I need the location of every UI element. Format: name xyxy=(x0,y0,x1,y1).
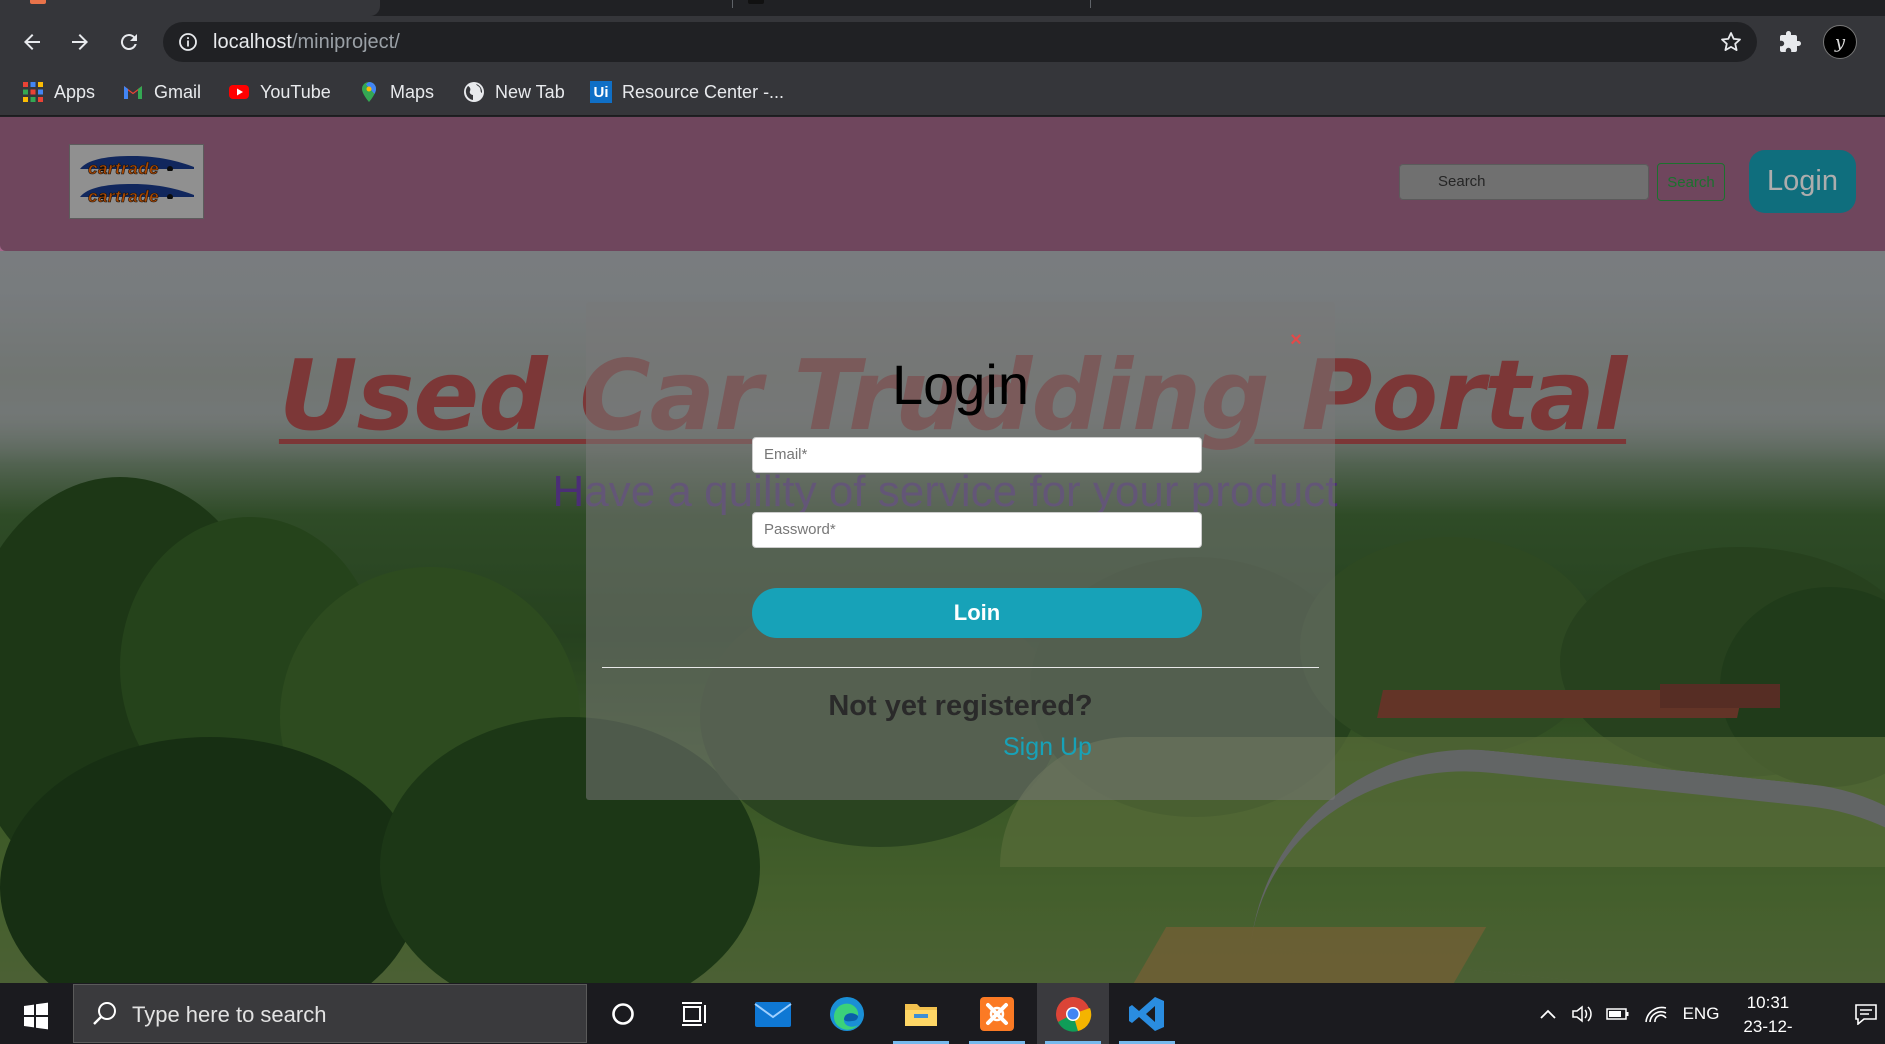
tab-separator xyxy=(732,0,733,8)
login-modal: × Login Email* Password* Loin Not yet re… xyxy=(586,302,1335,800)
password-field[interactable]: Password* xyxy=(752,512,1202,548)
globe-icon xyxy=(463,81,485,103)
cortana-icon[interactable] xyxy=(587,983,659,1044)
xampp-icon[interactable] xyxy=(961,983,1033,1044)
profile-avatar[interactable]: y xyxy=(1823,25,1857,59)
extensions-puzzle-icon[interactable] xyxy=(1774,26,1806,58)
tab-strip xyxy=(0,0,1885,16)
login-submit-button[interactable]: Loin xyxy=(752,588,1202,638)
bookmark-new-tab[interactable]: New Tab xyxy=(463,79,565,105)
reload-icon[interactable] xyxy=(113,26,145,58)
edge-browser-icon[interactable] xyxy=(811,983,883,1044)
bookmark-star-icon[interactable] xyxy=(1719,30,1743,54)
gmail-icon xyxy=(122,81,144,103)
url-host: localhost xyxy=(213,31,292,53)
volume-icon[interactable] xyxy=(1567,983,1597,1044)
windows-taskbar: Type here to search ENG 10:31 23-12- xyxy=(0,983,1885,1044)
bookmark-apps[interactable]: Apps xyxy=(22,79,95,105)
forward-arrow-icon[interactable] xyxy=(64,26,96,58)
youtube-icon xyxy=(228,81,250,103)
battery-icon[interactable] xyxy=(1603,983,1633,1044)
windows-start-icon[interactable] xyxy=(14,998,58,1034)
notifications-icon[interactable] xyxy=(1850,983,1882,1044)
bookmark-maps[interactable]: Maps xyxy=(358,79,434,105)
xampp-favicon-icon xyxy=(30,0,46,4)
header-overlay xyxy=(0,117,1885,251)
active-tab[interactable] xyxy=(0,0,380,16)
mail-app-icon[interactable] xyxy=(737,983,809,1044)
not-registered-text: Not yet registered? xyxy=(828,690,1093,722)
tray-chevron-up-icon[interactable] xyxy=(1533,983,1563,1044)
vscode-icon[interactable] xyxy=(1111,983,1183,1044)
bookmark-label: Gmail xyxy=(154,81,202,102)
signup-link[interactable]: Sign Up xyxy=(1003,733,1092,762)
page-viewport: cartrade cartrade Search Search Login Us… xyxy=(0,117,1885,983)
clock-date: 23-12-2020 xyxy=(1743,1017,1793,1044)
file-explorer-icon[interactable] xyxy=(885,983,957,1044)
modal-title: Login xyxy=(891,353,1030,416)
url-path: /miniproject/ xyxy=(291,31,400,53)
address-bar[interactable]: localhost/miniproject/ xyxy=(163,22,1757,62)
tab-favicon-icon[interactable] xyxy=(748,0,764,4)
bookmark-youtube[interactable]: YouTube xyxy=(228,79,331,105)
close-icon[interactable]: × xyxy=(1286,330,1306,350)
site-info-icon[interactable] xyxy=(178,32,198,52)
ui-icon: Ui xyxy=(590,81,612,103)
taskbar-search-box[interactable]: Type here to search xyxy=(73,984,587,1043)
bookmark-gmail[interactable]: Gmail xyxy=(122,79,201,105)
tab-separator xyxy=(1090,0,1091,8)
language-indicator[interactable]: ENG xyxy=(1680,983,1722,1044)
task-view-icon[interactable] xyxy=(659,983,731,1044)
clock-time: 10:31 xyxy=(1746,993,1790,1012)
taskbar-search-placeholder: Type here to search xyxy=(132,1002,327,1027)
taskbar-clock[interactable]: 10:31 23-12-2020 xyxy=(1728,991,1808,1044)
bookmark-label: YouTube xyxy=(260,81,331,102)
bookmarks-bar: Apps Gmail YouTube Maps New Tab Ui Resou… xyxy=(0,70,1885,116)
bookmark-resource-center[interactable]: Ui Resource Center -... xyxy=(590,79,784,105)
bookmark-label: Maps xyxy=(390,81,435,102)
bookmark-label: New Tab xyxy=(495,81,565,102)
url-text: localhost/miniproject/ xyxy=(213,31,400,54)
bookmark-label: Apps xyxy=(54,81,96,102)
bookmark-label: Resource Center -... xyxy=(622,81,785,102)
apps-grid-icon xyxy=(22,81,44,103)
email-field[interactable]: Email* xyxy=(752,437,1202,473)
divider xyxy=(602,667,1319,668)
wifi-icon[interactable] xyxy=(1641,983,1671,1044)
chrome-browser-icon[interactable] xyxy=(1037,983,1109,1044)
search-icon xyxy=(93,1002,116,1025)
browser-toolbar: localhost/miniproject/ y xyxy=(0,16,1885,70)
maps-icon xyxy=(358,81,380,103)
back-arrow-icon[interactable] xyxy=(16,26,48,58)
